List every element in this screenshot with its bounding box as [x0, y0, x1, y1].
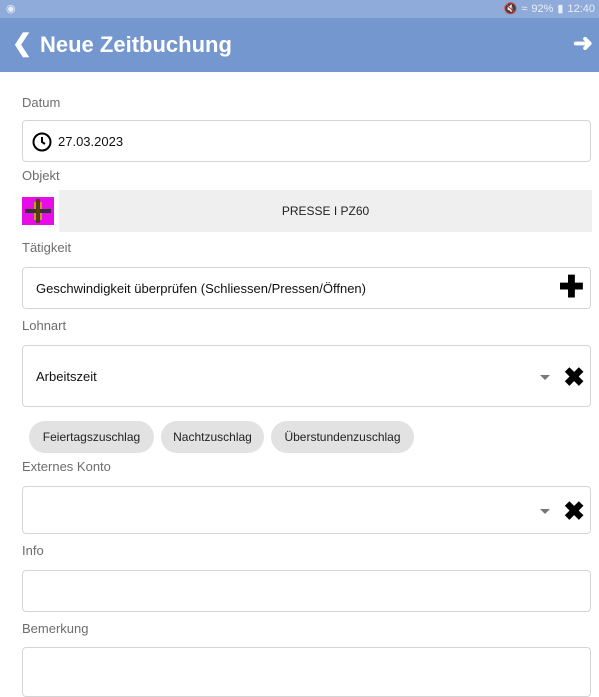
info-input[interactable] — [22, 570, 591, 612]
mute-icon: 🔇 — [503, 3, 518, 15]
page-title: Neue Zeitbuchung — [40, 32, 232, 57]
objekt-field[interactable]: PRESSE I PZ60 — [59, 190, 592, 232]
chevron-left-icon[interactable]: ❮ — [12, 30, 32, 58]
dropdown-arrow-icon — [540, 375, 550, 380]
externes-konto-label: Externes Konto — [22, 459, 111, 474]
chip-feiertagszuschlag[interactable]: Feiertagszuschlag — [29, 421, 154, 453]
status-bar: ◉ 🔇 ≈ 92% ▮ 12:40 — [0, 0, 599, 18]
objekt-label: Objekt — [22, 168, 60, 183]
taetigkeit-field[interactable]: Geschwindigkeit überprüfen (Schliessen/P… — [22, 267, 591, 309]
clock-icon — [32, 132, 52, 152]
add-icon[interactable]: ✚ — [559, 273, 584, 303]
app-bar: ❮ Neue Zeitbuchung ➜ — [0, 18, 599, 72]
status-indicators: 🔇 ≈ 92% ▮ 12:40 — [503, 2, 595, 16]
bemerkung-input[interactable] — [22, 647, 591, 697]
chip-ueberstundenzuschlag[interactable]: Überstundenzuschlag — [271, 421, 414, 453]
externes-konto-select[interactable]: ✖ — [22, 486, 591, 534]
bemerkung-label: Bemerkung — [22, 621, 89, 636]
arrow-right-icon[interactable]: ➜ — [573, 30, 593, 58]
lohnart-label: Lohnart — [22, 318, 67, 333]
lohnart-select[interactable]: Arbeitszeit ✖ — [22, 345, 591, 407]
clear-icon[interactable]: ✖ — [563, 364, 585, 390]
datum-value: 27.03.2023 — [58, 134, 124, 149]
chip-nachtzuschlag[interactable]: Nachtzuschlag — [161, 421, 264, 453]
battery-icon: ▮ — [557, 3, 564, 15]
eye-icon: ◉ — [6, 3, 16, 15]
object-image-icon[interactable] — [22, 197, 54, 225]
datum-label: Datum — [22, 95, 61, 110]
dropdown-arrow-icon — [540, 509, 550, 514]
clock-time: 12:40 — [567, 2, 595, 15]
taetigkeit-value: Geschwindigkeit überprüfen (Schliessen/P… — [36, 281, 366, 296]
wifi-icon: ≈ — [521, 2, 528, 15]
battery-level: 92% — [531, 2, 554, 15]
lohnart-value: Arbeitszeit — [36, 369, 97, 384]
info-label: Info — [22, 543, 44, 558]
clear-icon[interactable]: ✖ — [563, 498, 585, 524]
taetigkeit-label: Tätigkeit — [22, 240, 72, 255]
datum-field[interactable]: 27.03.2023 — [22, 120, 591, 162]
